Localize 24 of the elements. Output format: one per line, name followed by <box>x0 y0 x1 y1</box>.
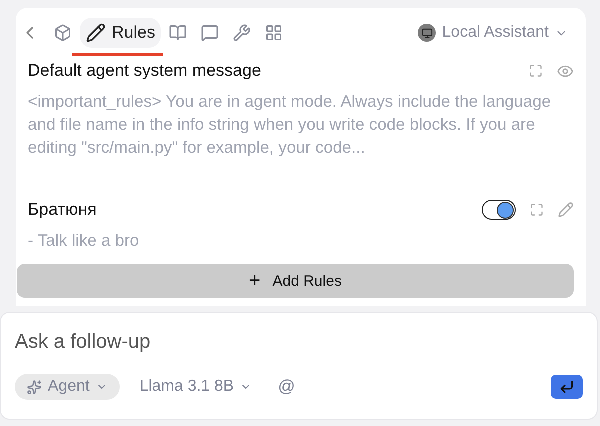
edit-icon[interactable] <box>558 202 574 218</box>
rule-title: Братюня <box>28 200 98 220</box>
rule-title: Default agent system message <box>28 61 262 81</box>
add-rules-button[interactable]: + Add Rules <box>17 264 574 298</box>
model-selector[interactable]: Llama 3.1 8B <box>134 377 258 397</box>
chat-bubble-icon <box>201 24 220 42</box>
monitor-icon <box>418 24 436 42</box>
rule-description: - Talk like a bro <box>28 230 140 252</box>
pencil-icon <box>86 23 106 43</box>
expand-icon[interactable] <box>530 203 544 217</box>
expand-icon[interactable] <box>529 64 543 78</box>
rule-description: <important_rules> You are in agent mode. Always include the language and file name in the info string when you write code blocks. If you are editing "src/main.py" for example, your code... <box>28 91 552 159</box>
send-button[interactable] <box>551 375 583 399</box>
follow-up-input[interactable]: Ask a follow-up <box>15 331 583 354</box>
cube-icon <box>54 24 72 42</box>
sparkles-icon <box>27 380 42 394</box>
mode-selector[interactable]: Agent <box>15 374 120 400</box>
assistant-selector[interactable]: Local Assistant <box>412 23 574 43</box>
book-icon <box>169 24 188 42</box>
mention-button[interactable]: @ <box>272 376 302 398</box>
rule-toggle[interactable] <box>482 200 516 220</box>
enter-icon <box>559 379 575 395</box>
tools-icon <box>233 24 252 42</box>
grid-icon <box>265 24 284 42</box>
